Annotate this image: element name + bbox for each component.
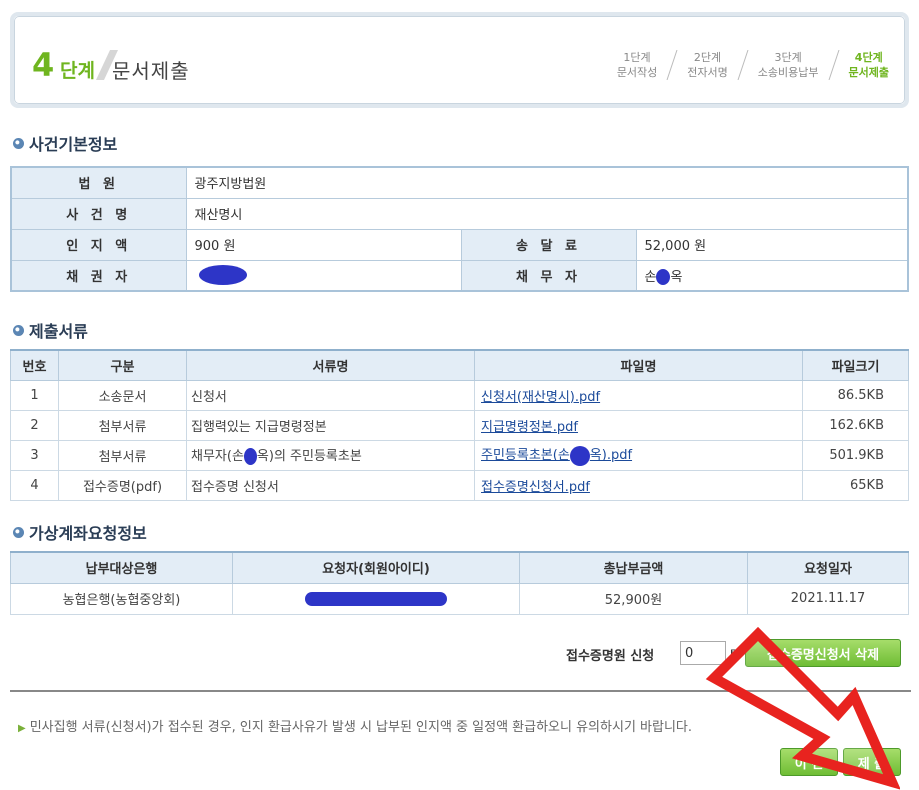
divider bbox=[10, 690, 911, 692]
requester-value bbox=[232, 582, 520, 615]
court-label: 법 원 bbox=[10, 166, 187, 199]
virtual-account-title: 가상계좌요청정보 bbox=[13, 520, 147, 544]
redaction-mark bbox=[656, 269, 671, 285]
table-row: 3 첨부서류 채무자(손 옥)의 주민등록초본 주민등록초본(손 옥).pdf 50… bbox=[10, 439, 909, 471]
step-item-2: 2단계 전자서명 bbox=[687, 51, 728, 79]
case-info-table: 법 원 광주지방법원 사 건 명 재산명시 인 지 액 900 원 송 달 료 … bbox=[10, 166, 909, 292]
case-name-value: 재산명시 bbox=[185, 197, 909, 230]
table-row: 2 첨부서류 집행력있는 지급명령정본 지급명령정본.pdf 162.6KB bbox=[10, 409, 909, 441]
stamp-label: 인 지 액 bbox=[10, 228, 187, 261]
bullet-icon bbox=[13, 137, 24, 149]
amount-value: 52,900원 bbox=[519, 582, 748, 615]
file-link[interactable]: 주민등록초본(손 옥).pdf bbox=[481, 445, 632, 466]
step-progress: 1단계 문서작성 2단계 전자서명 3단계 소송비용납부 4단계 문서제출 bbox=[609, 50, 897, 80]
debtor-label: 채 무 자 bbox=[460, 259, 637, 292]
debtor-value: 손옥 bbox=[635, 259, 909, 292]
case-info-title: 사건기본정보 bbox=[13, 131, 117, 155]
receipt-unit: 통 bbox=[729, 649, 741, 664]
bullet-icon bbox=[13, 526, 24, 538]
redaction-mark bbox=[305, 591, 447, 606]
creditor-value bbox=[185, 259, 462, 292]
table-row: 농협은행(농협중앙회) 52,900원 2021.11.17 bbox=[10, 582, 909, 615]
notice: ▶ 민사집행 서류(신청서)가 접수된 경우, 인지 환급사유가 발생 시 납부된… bbox=[18, 720, 693, 735]
table-row: 1 소송문서 신청서 신청서(재산명시).pdf 86.5KB bbox=[10, 379, 909, 411]
col-header-file-size: 파일크기 bbox=[802, 349, 909, 381]
bullet-icon bbox=[13, 324, 24, 336]
file-link[interactable]: 지급명령정본.pdf bbox=[481, 420, 578, 435]
step-item-4: 4단계 문서제출 bbox=[848, 51, 889, 79]
delete-receipt-button[interactable]: 접수증명신청서 삭제 bbox=[745, 639, 901, 667]
submit-button[interactable]: 제 출 bbox=[843, 748, 901, 776]
col-header-type: 구분 bbox=[58, 349, 187, 381]
step-number-label: 단계 bbox=[60, 60, 95, 82]
col-header-amount: 총납부금액 bbox=[519, 551, 748, 584]
col-header-requester: 요청자(회원아이디) bbox=[232, 551, 520, 584]
step-number: 4 bbox=[32, 46, 55, 84]
col-header-file-name: 파일명 bbox=[474, 349, 803, 381]
date-value: 2021.11.17 bbox=[747, 582, 909, 615]
file-link[interactable]: 신청서(재산명시).pdf bbox=[481, 390, 600, 405]
step-item-1: 1단계 문서작성 bbox=[616, 51, 658, 79]
col-header-bank: 납부대상은행 bbox=[10, 551, 233, 584]
redaction-mark bbox=[243, 448, 257, 465]
receipt-label: 접수증명원 신청 bbox=[566, 649, 655, 664]
arrow-right-icon: ▶ bbox=[18, 723, 26, 734]
redaction-mark bbox=[198, 265, 247, 286]
service-value: 52,000 원 bbox=[635, 228, 909, 261]
creditor-label: 채 권 자 bbox=[10, 259, 187, 292]
col-header-date: 요청일자 bbox=[747, 551, 909, 584]
prev-button[interactable]: 이 전 bbox=[780, 748, 838, 776]
table-row: 4 접수증명(pdf) 접수증명 신청서 접수증명신청서.pdf 65KB bbox=[10, 469, 909, 501]
step-separator-icon bbox=[828, 50, 839, 80]
col-header-no: 번호 bbox=[10, 349, 59, 381]
case-name-label: 사 건 명 bbox=[10, 197, 187, 230]
step-header: 4 단계 문서제출 1단계 문서작성 2단계 전자서명 3단계 소송비용납부 4단계 문… bbox=[10, 12, 909, 108]
court-value: 광주지방법원 bbox=[185, 166, 909, 199]
file-link[interactable]: 접수증명신청서.pdf bbox=[481, 480, 590, 495]
stamp-value: 900 원 bbox=[185, 228, 462, 261]
service-label: 송 달 료 bbox=[460, 228, 637, 261]
receipt-count-input[interactable] bbox=[680, 641, 726, 665]
col-header-doc-name: 서류명 bbox=[186, 349, 475, 381]
step-separator-icon bbox=[737, 50, 749, 80]
redaction-mark bbox=[569, 445, 590, 466]
documents-table: 번호 구분 서류명 파일명 파일크기 1 소송문서 신청서 신청서(재산명시).… bbox=[10, 349, 909, 501]
step-title: 문서제출 bbox=[112, 59, 190, 83]
step-separator-icon bbox=[666, 50, 678, 80]
bank-value: 농협은행(농협중앙회) bbox=[10, 582, 233, 615]
virtual-account-table: 납부대상은행 요청자(회원아이디) 총납부금액 요청일자 농협은행(농협중앙회)… bbox=[10, 551, 909, 615]
documents-title: 제출서류 bbox=[13, 318, 88, 342]
step-item-3: 3단계 소송비용납부 bbox=[757, 51, 819, 79]
